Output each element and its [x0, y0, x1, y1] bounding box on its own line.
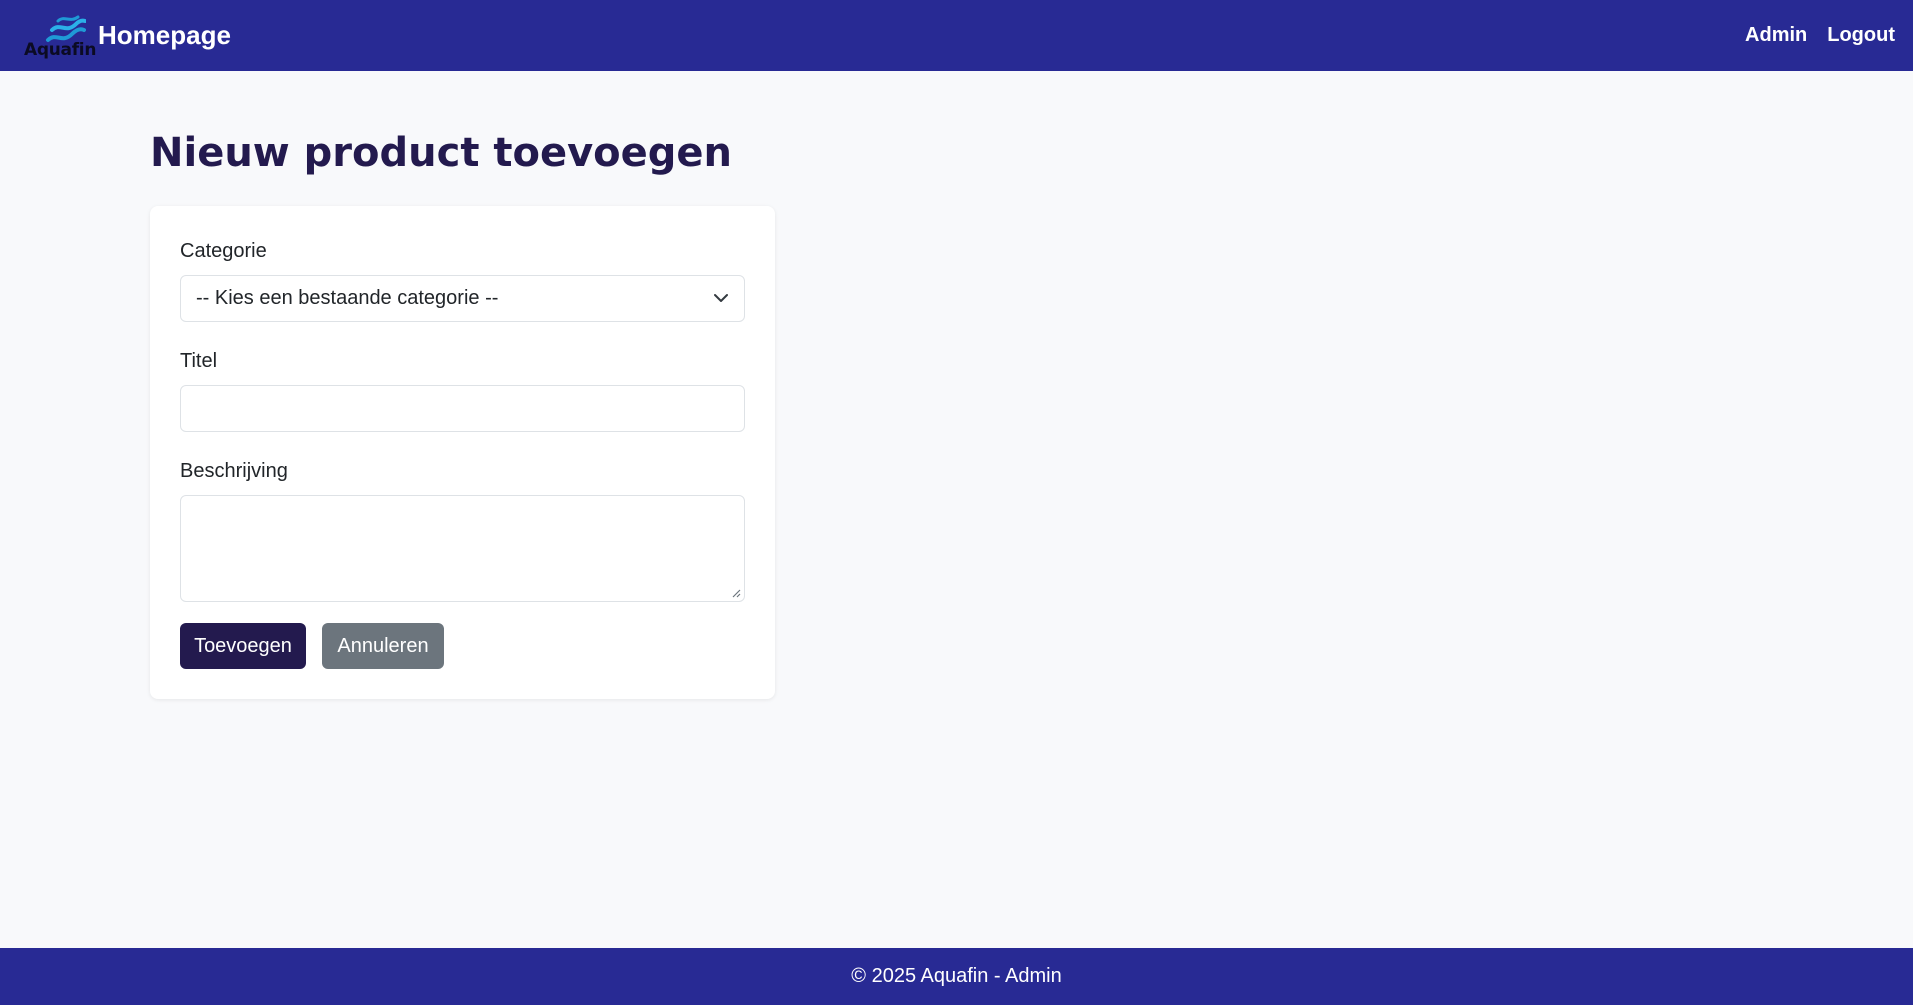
admin-link[interactable]: Admin	[1745, 24, 1807, 47]
description-textarea[interactable]	[180, 495, 745, 602]
main-content: Nieuw product toevoegen Categorie -- Kie…	[150, 130, 775, 699]
page-title: Nieuw product toevoegen	[150, 130, 733, 176]
brand: Aquafin Homepage	[24, 12, 231, 60]
homepage-link[interactable]: Homepage	[98, 20, 231, 51]
logo-text: Aquafin	[24, 39, 97, 60]
title-input[interactable]	[180, 385, 745, 432]
add-product-form: Categorie -- Kies een bestaande categori…	[150, 206, 775, 699]
title-label: Titel	[180, 350, 218, 372]
form-buttons: Toevoegen Annuleren	[180, 623, 745, 669]
logout-link[interactable]: Logout	[1827, 24, 1895, 47]
cancel-button[interactable]: Annuleren	[322, 623, 444, 669]
resize-grip-icon[interactable]	[731, 588, 741, 598]
category-selected-value: -- Kies een bestaande categorie --	[196, 287, 499, 309]
footer: © 2025 Aquafin - Admin	[0, 948, 1913, 1005]
submit-button[interactable]: Toevoegen	[180, 623, 306, 669]
category-label: Categorie	[180, 240, 267, 262]
chevron-down-icon	[714, 294, 728, 302]
category-select[interactable]: -- Kies een bestaande categorie --	[180, 275, 745, 322]
aquafin-logo[interactable]: Aquafin	[24, 12, 96, 60]
description-label: Beschrijving	[180, 460, 288, 482]
top-navbar: Aquafin Homepage Admin Logout	[0, 0, 1913, 71]
footer-copyright: © 2025 Aquafin - Admin	[851, 965, 1062, 987]
nav-links: Admin Logout	[1745, 24, 1895, 47]
